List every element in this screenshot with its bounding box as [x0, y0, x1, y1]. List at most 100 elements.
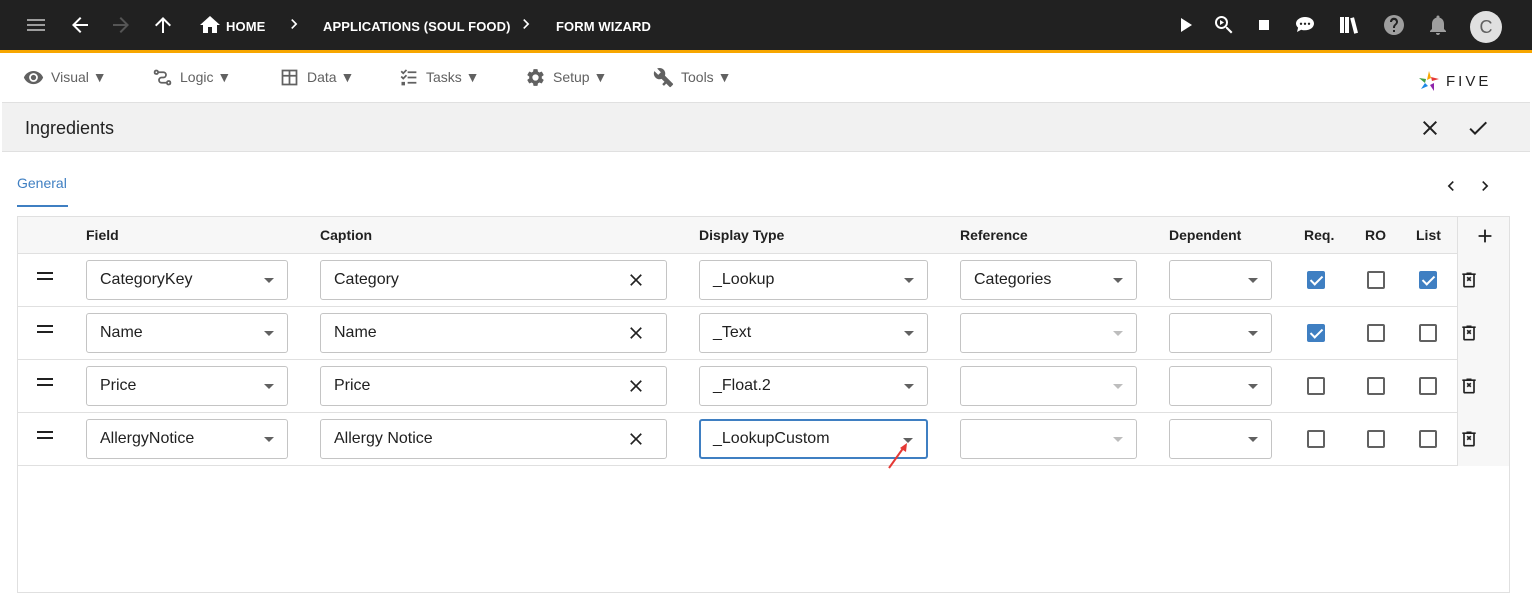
req-checkbox[interactable] [1307, 271, 1325, 289]
up-arrow-icon[interactable] [150, 12, 176, 38]
drag-handle-icon[interactable] [37, 272, 53, 280]
list-checkbox[interactable] [1419, 324, 1437, 342]
menu-setup[interactable]: Setup ▼ [525, 62, 607, 92]
trash-icon [1462, 272, 1476, 288]
reference-select[interactable]: Categories [960, 260, 1137, 300]
chevron-left-icon [1447, 181, 1454, 191]
notifications-bell-icon[interactable] [1425, 12, 1451, 38]
library-books-icon[interactable] [1336, 12, 1362, 38]
dependent-select[interactable] [1169, 419, 1272, 459]
drag-handle-icon[interactable] [37, 325, 53, 333]
list-checkbox[interactable] [1419, 377, 1437, 395]
ro-checkbox[interactable] [1367, 271, 1385, 289]
stop-icon[interactable] [1251, 12, 1277, 38]
drag-handle-icon[interactable] [37, 431, 53, 439]
dependent-select[interactable] [1169, 366, 1272, 406]
save-button[interactable] [1466, 116, 1490, 140]
dropdown-arrow-icon [1248, 278, 1258, 283]
back-arrow-icon[interactable] [67, 12, 93, 38]
caption-input[interactable]: Name [320, 313, 667, 353]
breadcrumb-chevron-icon [284, 14, 304, 38]
breadcrumb-form-wizard[interactable]: FORM WIZARD [556, 19, 651, 34]
close-icon [1423, 121, 1437, 135]
req-checkbox[interactable] [1307, 377, 1325, 395]
reference-select[interactable] [960, 419, 1137, 459]
five-logo: FIVE [1418, 70, 1491, 92]
req-checkbox[interactable] [1307, 324, 1325, 342]
field-select-value: Name [100, 324, 143, 341]
display-type-select[interactable]: _Lookup [699, 260, 928, 300]
drag-handle-icon[interactable] [37, 378, 53, 386]
cancel-button[interactable] [1418, 116, 1442, 140]
previous-record-button[interactable] [1441, 176, 1461, 196]
delete-row-button[interactable] [1459, 428, 1477, 448]
column-header-caption: Caption [320, 227, 373, 243]
logic-icon [153, 69, 172, 85]
ro-checkbox[interactable] [1367, 377, 1385, 395]
field-select[interactable]: Name [86, 313, 288, 353]
list-checkbox[interactable] [1419, 271, 1437, 289]
gear-icon [527, 68, 544, 86]
dropdown-arrow-icon [264, 384, 274, 389]
trash-icon [1462, 325, 1476, 341]
field-select[interactable]: CategoryKey [86, 260, 288, 300]
clear-icon[interactable] [626, 270, 646, 290]
home-icon[interactable] [197, 12, 223, 38]
chatbot-icon[interactable] [1292, 12, 1318, 38]
page-title: Ingredients [25, 118, 115, 138]
tab-general[interactable]: General [17, 175, 67, 191]
menu-tools[interactable]: Tools ▼ [653, 62, 731, 92]
list-checkbox[interactable] [1419, 430, 1437, 448]
caption-input[interactable]: Category [320, 260, 667, 300]
column-header-list: List [1416, 227, 1441, 243]
menu-visual[interactable]: Visual ▼ [23, 62, 107, 92]
next-record-button[interactable] [1475, 176, 1495, 196]
delete-row-button[interactable] [1459, 375, 1477, 395]
display-type-select-value: _LookupCustom [713, 430, 830, 447]
user-avatar[interactable]: C [1470, 11, 1502, 43]
trash-icon [1462, 431, 1476, 447]
delete-row-button[interactable] [1459, 269, 1477, 289]
dependent-select[interactable] [1169, 260, 1272, 300]
clear-icon[interactable] [626, 429, 646, 449]
help-icon[interactable] [1381, 12, 1407, 38]
add-row-button[interactable] [1474, 225, 1496, 247]
reference-select[interactable] [960, 313, 1137, 353]
req-checkbox[interactable] [1307, 430, 1325, 448]
column-header-field: Field [86, 227, 119, 243]
breadcrumb-home[interactable]: HOME [226, 19, 265, 34]
clear-icon[interactable] [626, 376, 646, 396]
menu-visual-label: Visual ▼ [51, 69, 107, 85]
display-type-select[interactable]: _Float.2 [699, 366, 928, 406]
ro-checkbox[interactable] [1367, 324, 1385, 342]
five-logo-text: FIVE [1446, 72, 1492, 90]
play-icon[interactable] [1172, 12, 1198, 38]
hamburger-menu-icon[interactable] [23, 12, 49, 38]
caption-input-value: Category [334, 271, 399, 288]
dropdown-arrow-icon [904, 384, 914, 389]
dependent-select[interactable] [1169, 313, 1272, 353]
clear-icon[interactable] [626, 323, 646, 343]
chevron-right-icon [1482, 181, 1489, 191]
forward-arrow-icon[interactable] [108, 12, 134, 38]
menu-setup-label: Setup ▼ [553, 69, 608, 85]
dropdown-arrow-icon [264, 331, 274, 336]
dropdown-arrow-icon [264, 278, 274, 283]
menu-logic[interactable]: Logic ▼ [152, 62, 231, 92]
menu-tools-label: Tools ▼ [681, 69, 732, 85]
ro-checkbox[interactable] [1367, 430, 1385, 448]
field-select[interactable]: Price [86, 366, 288, 406]
delete-row-button[interactable] [1459, 322, 1477, 342]
dropdown-arrow-icon [1248, 331, 1258, 336]
menu-data[interactable]: Data ▼ [279, 62, 354, 92]
caption-input[interactable]: Allergy Notice [320, 419, 667, 459]
run-search-icon[interactable] [1211, 12, 1237, 38]
breadcrumb-applications[interactable]: APPLICATIONS (SOUL FOOD) [323, 19, 511, 34]
display-type-select[interactable]: _Text [699, 313, 928, 353]
caption-input[interactable]: Price [320, 366, 667, 406]
dropdown-arrow-icon [1248, 384, 1258, 389]
field-select[interactable]: AllergyNotice [86, 419, 288, 459]
tab-indicator [17, 205, 68, 207]
reference-select[interactable] [960, 366, 1137, 406]
menu-tasks[interactable]: Tasks ▼ [398, 62, 480, 92]
